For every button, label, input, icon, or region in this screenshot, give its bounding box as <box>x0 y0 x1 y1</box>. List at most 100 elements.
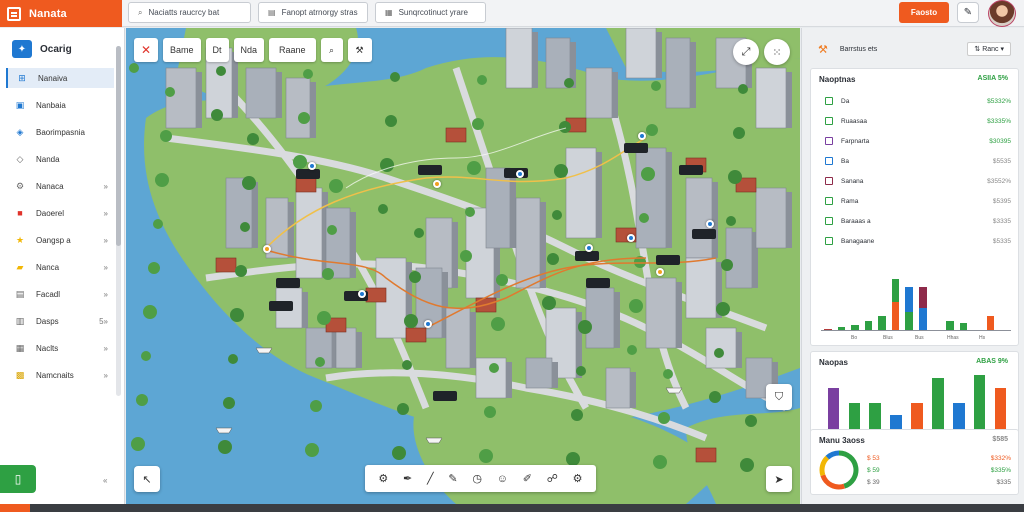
cog-icon[interactable]: ⚙ <box>573 472 583 485</box>
sidebar-item-2[interactable]: ◈ Baorimpasnia <box>6 122 114 142</box>
map-label-4[interactable] <box>679 165 703 175</box>
map-tool-button-1[interactable]: Bame <box>163 38 201 62</box>
map-pin-icon[interactable] <box>433 180 441 188</box>
map-tool-button-4[interactable]: Raane <box>269 38 316 62</box>
sidebar-item-10[interactable]: ▦ Naclts » <box>6 338 114 358</box>
tree-61 <box>571 409 583 421</box>
donut-slice[interactable] <box>820 474 846 490</box>
sidebar-item-3[interactable]: ◇ Nanda <box>6 149 114 169</box>
tools-icon[interactable]: ⚒ <box>347 38 372 62</box>
summary-row[interactable]: $ 59 $335% <box>867 464 1011 476</box>
edit-icon[interactable]: ✎ <box>448 472 457 485</box>
line-icon[interactable]: ╱ <box>427 472 434 485</box>
map-pin-icon[interactable] <box>638 132 646 140</box>
chart-bar-stack[interactable] <box>891 279 900 302</box>
expand-icon[interactable]: ⤢ <box>733 39 759 65</box>
clock-icon[interactable]: ◷ <box>472 472 482 485</box>
close-tool-icon[interactable]: ✕ <box>134 38 158 62</box>
stat-row[interactable]: Ba $5535 <box>825 155 1011 167</box>
chart-bar[interactable] <box>973 375 986 434</box>
map-pin-icon[interactable] <box>706 220 714 228</box>
map-pin-icon[interactable] <box>358 290 366 298</box>
chart-bar-stack[interactable] <box>919 287 927 309</box>
stat-row[interactable]: Ruaasaa $3335% <box>825 115 1011 127</box>
map-label-1[interactable] <box>418 165 442 175</box>
map-pin-icon[interactable] <box>424 320 432 328</box>
donut-slice[interactable] <box>819 455 830 477</box>
collapse-icon[interactable]: « <box>103 476 107 485</box>
pen-icon[interactable]: ✒ <box>403 472 412 485</box>
face-icon[interactable]: ☺ <box>497 473 508 485</box>
tab-3[interactable]: ▦ Sunqrcotinuct yrare <box>375 2 486 23</box>
cursor-icon[interactable]: ➤ <box>766 466 792 492</box>
chart-bar[interactable] <box>986 316 995 331</box>
map-label-3[interactable] <box>624 143 648 153</box>
avatar[interactable] <box>988 0 1016 27</box>
map-label-8[interactable] <box>269 301 293 311</box>
stat-row[interactable]: Farpnarta $30395 <box>825 135 1011 147</box>
map-tool-button-3[interactable]: Nda <box>233 38 265 62</box>
map-label-6[interactable] <box>575 251 599 261</box>
summary-row[interactable]: $ 53 $332% <box>867 452 1011 464</box>
sidebar-item-9[interactable]: ▥ Dasps 5» <box>6 311 114 331</box>
chart-bar[interactable] <box>994 387 1007 434</box>
brand[interactable]: Nanata <box>0 0 122 27</box>
map-pin-icon[interactable] <box>308 162 316 170</box>
map-label-11[interactable] <box>276 278 300 288</box>
tab-1[interactable]: ⌕ Naciatts raucrcy bat <box>128 2 251 23</box>
map-label-0[interactable] <box>296 169 320 179</box>
sidebar-scrollbar[interactable] <box>116 46 121 396</box>
donut-slice[interactable] <box>838 450 859 489</box>
stat-row[interactable]: Rama $5395 <box>825 195 1011 207</box>
sidebar-item-0[interactable]: ⊞ Nanaiva <box>6 68 114 88</box>
tree-73 <box>247 133 259 145</box>
route-icon[interactable]: ☍ <box>547 472 558 485</box>
grid-icon[interactable]: ⁙ <box>764 39 790 65</box>
map-label-10[interactable] <box>433 391 457 401</box>
sidebar-item-1[interactable]: ▣ Nanbaia <box>6 95 114 115</box>
map-label-5[interactable] <box>692 229 716 239</box>
sidebar-item-8[interactable]: ▤ Facadl » <box>6 284 114 304</box>
brush-icon[interactable]: ✐ <box>523 472 532 485</box>
pencil-icon[interactable]: ✎ <box>957 2 979 23</box>
map-pin-icon[interactable] <box>656 268 664 276</box>
chart-bar[interactable] <box>878 316 886 331</box>
panel-toggle-icon[interactable]: ▯ <box>0 465 36 493</box>
range-dropdown[interactable]: ⇅ Ranc ▾ <box>967 42 1011 56</box>
map-canvas[interactable] <box>126 28 800 504</box>
sidebar-item-11[interactable]: ▩ Namcnaits » <box>6 365 114 385</box>
stat-row[interactable]: Baraaas a $3335 <box>825 215 1011 227</box>
stat-row[interactable]: Banagaane $5335 <box>825 235 1011 247</box>
building-35 <box>525 357 553 389</box>
chart-bar[interactable] <box>827 387 840 434</box>
sidebar-item-6[interactable]: ★ Oangsp a » <box>6 230 114 250</box>
map-label-12[interactable] <box>586 278 610 288</box>
search-icon[interactable]: ⌕ <box>320 38 343 62</box>
summary-row[interactable]: $ 39 $335 <box>867 476 1011 488</box>
map-pin-icon[interactable] <box>627 234 635 242</box>
shield-icon[interactable]: ⛉ <box>766 384 792 410</box>
chart-bar[interactable] <box>932 378 944 434</box>
stats-card-3: Manu 3aoss $585 $ 53 $332% $ 59 $335% $ 39… <box>810 429 1019 495</box>
sidebar-item-7[interactable]: ▰ Nanca » <box>6 257 114 277</box>
donut-slice[interactable] <box>825 450 840 460</box>
map-label-7[interactable] <box>656 255 680 265</box>
map-tool-button-2[interactable]: Dt <box>205 38 229 62</box>
chart-bar[interactable] <box>905 312 913 331</box>
stat-row[interactable]: Sanana $3552% <box>825 175 1011 187</box>
stat-row[interactable]: Da $5332% <box>825 95 1011 107</box>
sidebar-item-5[interactable]: ■ Daoerel » <box>6 203 114 223</box>
settings-icon[interactable]: ⚙ <box>378 472 388 485</box>
city-map[interactable]: ✕ Bame Dt Nda Raane ⌕ ⚒ ⤢ ⁙ ⛉ ↖ ➤ ⚙ ✒ ╱ … <box>126 28 800 504</box>
map-pin-icon[interactable] <box>516 170 524 178</box>
map-pin-icon[interactable] <box>585 244 593 252</box>
map-pin-icon[interactable] <box>263 245 271 253</box>
pointer-icon[interactable]: ↖ <box>134 466 160 492</box>
sidebar-item-4[interactable]: ⚙ Nanaca » <box>6 176 114 196</box>
primary-action-button[interactable]: Faosto <box>899 2 949 23</box>
start-button[interactable] <box>0 504 30 512</box>
chart-bar[interactable] <box>891 301 900 331</box>
chart-bar[interactable] <box>919 308 927 331</box>
tab-2[interactable]: ▤ Fanopt atrnorgy stras <box>258 2 368 23</box>
chart-bar-stack[interactable] <box>905 287 913 313</box>
